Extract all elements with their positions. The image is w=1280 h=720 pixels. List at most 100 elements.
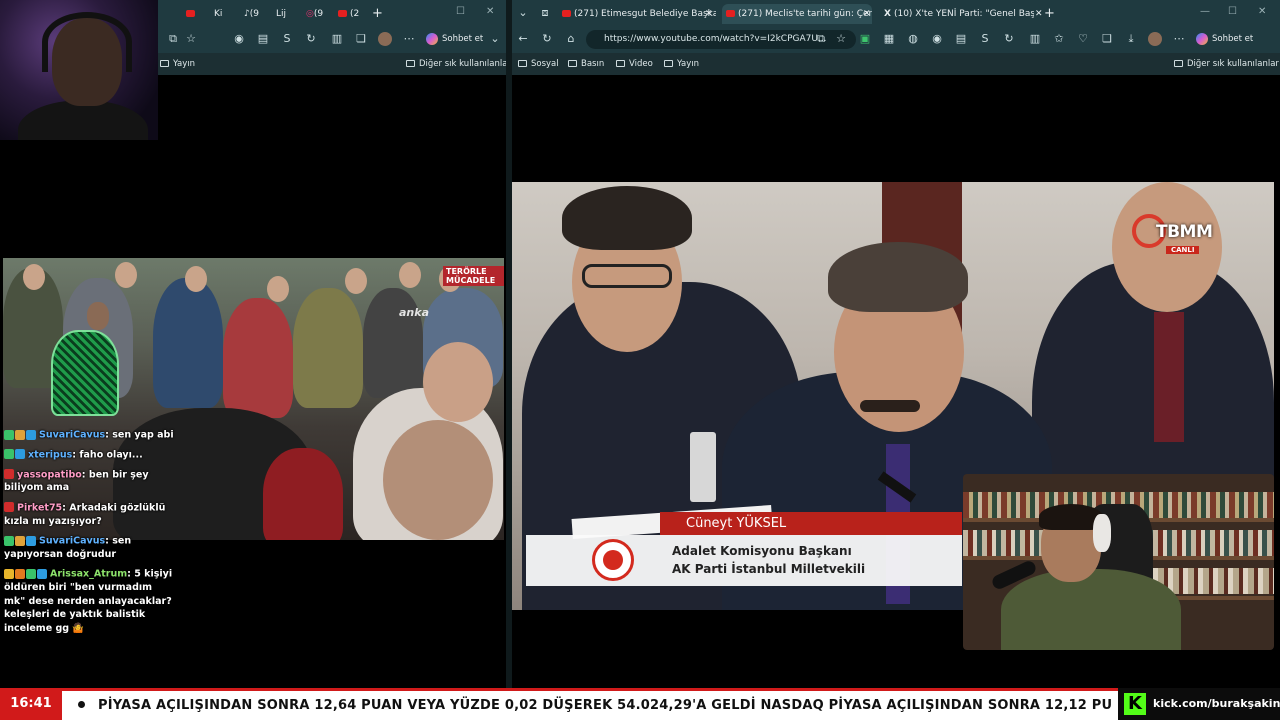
chevron-down-icon[interactable]: ⌄ bbox=[488, 32, 502, 46]
new-tab-button[interactable]: + bbox=[1044, 4, 1058, 24]
chat-username[interactable]: xteripus bbox=[28, 449, 72, 460]
tab-label: (9 bbox=[249, 9, 259, 19]
chat-text: sen yap abi bbox=[112, 429, 174, 441]
chat-username[interactable]: Arissax_Atrum bbox=[50, 569, 127, 580]
close-tab-icon[interactable]: ✕ bbox=[705, 4, 717, 24]
chat-username[interactable]: Pirket75 bbox=[17, 502, 62, 513]
profile-avatar[interactable] bbox=[1148, 32, 1162, 46]
downloads-icon[interactable]: ⤓ bbox=[1124, 32, 1138, 46]
protest-banner: TERÖRLE MÜCADELE bbox=[443, 266, 504, 286]
folder-icon bbox=[616, 60, 625, 67]
back-arrow-icon[interactable]: ← bbox=[516, 32, 530, 46]
bookmark-other-favorites[interactable]: Diğer sık kullanılanlar bbox=[1174, 56, 1279, 72]
tab-youtube-mini[interactable] bbox=[186, 4, 198, 24]
green-pixel-overlay bbox=[51, 330, 119, 416]
youtube-icon bbox=[562, 10, 571, 17]
maximize-icon[interactable]: ☐ bbox=[1228, 6, 1237, 17]
new-tab-button[interactable]: + bbox=[372, 4, 384, 24]
workspaces-icon[interactable]: ⧈ bbox=[538, 6, 552, 20]
tab-label: (9 bbox=[313, 9, 324, 19]
tab-x-parti[interactable]: X(10) X'te YENİ Parti: "Genel Başkan bbox=[884, 4, 1034, 24]
tab-actions-icon[interactable]: ⌄ bbox=[516, 6, 530, 20]
extension-green-icon[interactable]: ▣ bbox=[858, 32, 872, 46]
speaker-title-line2: AK Parti İstanbul Milletvekili bbox=[672, 562, 866, 576]
close-window-icon[interactable]: ✕ bbox=[486, 6, 494, 17]
sidebar-icon[interactable]: ▥ bbox=[1028, 32, 1042, 46]
bookmark-label: Video bbox=[629, 59, 653, 69]
reload-icon[interactable]: ↻ bbox=[540, 32, 554, 46]
bookmark-sosyal[interactable]: Sosyal bbox=[518, 56, 559, 72]
tab-youtube[interactable]: (2 bbox=[338, 4, 368, 24]
extension-cat-icon[interactable]: ◍ bbox=[906, 32, 920, 46]
extension-icon[interactable]: ◉ bbox=[232, 32, 246, 46]
tab-label: Lij bbox=[276, 9, 287, 19]
x-logo-icon: X bbox=[884, 9, 891, 19]
tab-ki[interactable]: Ki bbox=[214, 4, 242, 24]
red-tie bbox=[1154, 312, 1184, 442]
favorites-icon[interactable]: ✩ bbox=[1052, 32, 1066, 46]
bookmark-basin[interactable]: Basın bbox=[568, 56, 604, 72]
chat-username[interactable]: SuvariCavus bbox=[39, 535, 105, 546]
webcam-person-shoulders bbox=[18, 100, 148, 140]
tab-instagram[interactable]: ◎(9 bbox=[306, 4, 336, 24]
health-icon[interactable]: ♡ bbox=[1076, 32, 1090, 46]
youtube-icon bbox=[186, 10, 195, 17]
tab-tiktok[interactable]: ♪(9 bbox=[244, 4, 270, 24]
caption-body: Adalet Komisyonu Başkanı AK Parti İstanb… bbox=[526, 535, 962, 586]
favorite-star-icon[interactable]: ☆ bbox=[184, 32, 198, 46]
more-menu-icon[interactable]: ⋯ bbox=[402, 32, 416, 46]
extension-s-icon[interactable]: S bbox=[978, 32, 992, 46]
refresh-extension-icon[interactable]: ↻ bbox=[304, 32, 318, 46]
tab-meclis-active[interactable]: (271) Meclis'te tarihi gün: Çer bbox=[722, 4, 872, 24]
minimize-icon[interactable]: — bbox=[1200, 6, 1210, 17]
folder-icon bbox=[160, 60, 169, 67]
profile-avatar[interactable] bbox=[378, 32, 392, 46]
extension-s-icon[interactable]: S bbox=[280, 32, 294, 46]
chat-badges bbox=[4, 448, 26, 462]
home-icon[interactable]: ⌂ bbox=[564, 32, 578, 46]
headset-icon bbox=[42, 12, 132, 72]
glasses-icon bbox=[582, 264, 672, 288]
split-screen-icon[interactable]: ⧉ bbox=[166, 32, 180, 46]
more-menu-icon[interactable]: ⋯ bbox=[1172, 32, 1186, 46]
sidebar-icon[interactable]: ▥ bbox=[330, 32, 344, 46]
bookmark-video[interactable]: Video bbox=[616, 56, 653, 72]
bookmark-other-favorites[interactable]: Diğer sık kullanılanlar bbox=[406, 56, 511, 72]
tab-etimesgut[interactable]: (271) Etimesgut Belediye Başkanı bbox=[562, 4, 716, 24]
maximize-icon[interactable]: ☐ bbox=[456, 6, 465, 17]
bookmark-label: Diğer sık kullanılanlar bbox=[1187, 59, 1279, 69]
bookmark-yayin[interactable]: Yayın bbox=[664, 56, 699, 72]
collections-icon[interactable]: ❏ bbox=[1100, 32, 1114, 46]
collections-icon[interactable]: ❏ bbox=[354, 32, 368, 46]
chat-username[interactable]: yassopatibo bbox=[17, 469, 82, 480]
extension-icon[interactable]: ◉ bbox=[930, 32, 944, 46]
refresh-extension-icon[interactable]: ↻ bbox=[1002, 32, 1016, 46]
chat-message: SuvariCavus: sen yapıyorsan doğrudur bbox=[4, 535, 132, 560]
translate-icon[interactable]: ▤ bbox=[256, 32, 270, 46]
tab-lij[interactable]: Lij bbox=[276, 4, 302, 24]
extension-grid-icon[interactable]: ▦ bbox=[882, 32, 896, 46]
tbmm-seal-icon bbox=[592, 539, 634, 581]
speaker-hair bbox=[828, 242, 968, 312]
chat-button-label: Sohbet et bbox=[1212, 34, 1254, 44]
kick-channel-badge[interactable]: K kick.com/burakşakinol bbox=[1118, 688, 1280, 720]
chat-message: Pirket75: Arkadaki gözlüklü kızla mı yaz… bbox=[4, 501, 166, 527]
bookmark-yayin[interactable]: Yayın bbox=[160, 56, 195, 72]
chat-message: Arissax_Atrum: 5 kişiyi öldüren biri "be… bbox=[4, 568, 173, 634]
chat-text: faho olayı... bbox=[79, 449, 143, 460]
headphones-icon bbox=[1093, 514, 1111, 552]
split-screen-icon[interactable]: ⧉ bbox=[814, 32, 828, 46]
youtube-icon bbox=[338, 10, 347, 17]
close-tab-icon[interactable]: ✕ bbox=[863, 4, 875, 24]
chat-badges bbox=[4, 501, 15, 515]
streamer-webcam-left bbox=[0, 0, 158, 140]
person-left-hair bbox=[562, 186, 692, 250]
left-browser-window: Ki ♪(9 Lij ◎(9 (2 + ☐ ✕ ⧉ ☆ ◉ ▤ S ↻ ▥ ❏ … bbox=[0, 0, 511, 688]
chat-username[interactable]: SuvariCavus bbox=[39, 429, 105, 440]
youtube-icon bbox=[726, 10, 735, 17]
copilot-chat-button[interactable]: Sohbet et bbox=[426, 31, 483, 48]
close-window-icon[interactable]: ✕ bbox=[1258, 6, 1266, 17]
copilot-chat-button[interactable]: Sohbet et bbox=[1196, 31, 1253, 48]
favorite-star-icon[interactable]: ☆ bbox=[834, 32, 848, 46]
translate-icon[interactable]: ▤ bbox=[954, 32, 968, 46]
